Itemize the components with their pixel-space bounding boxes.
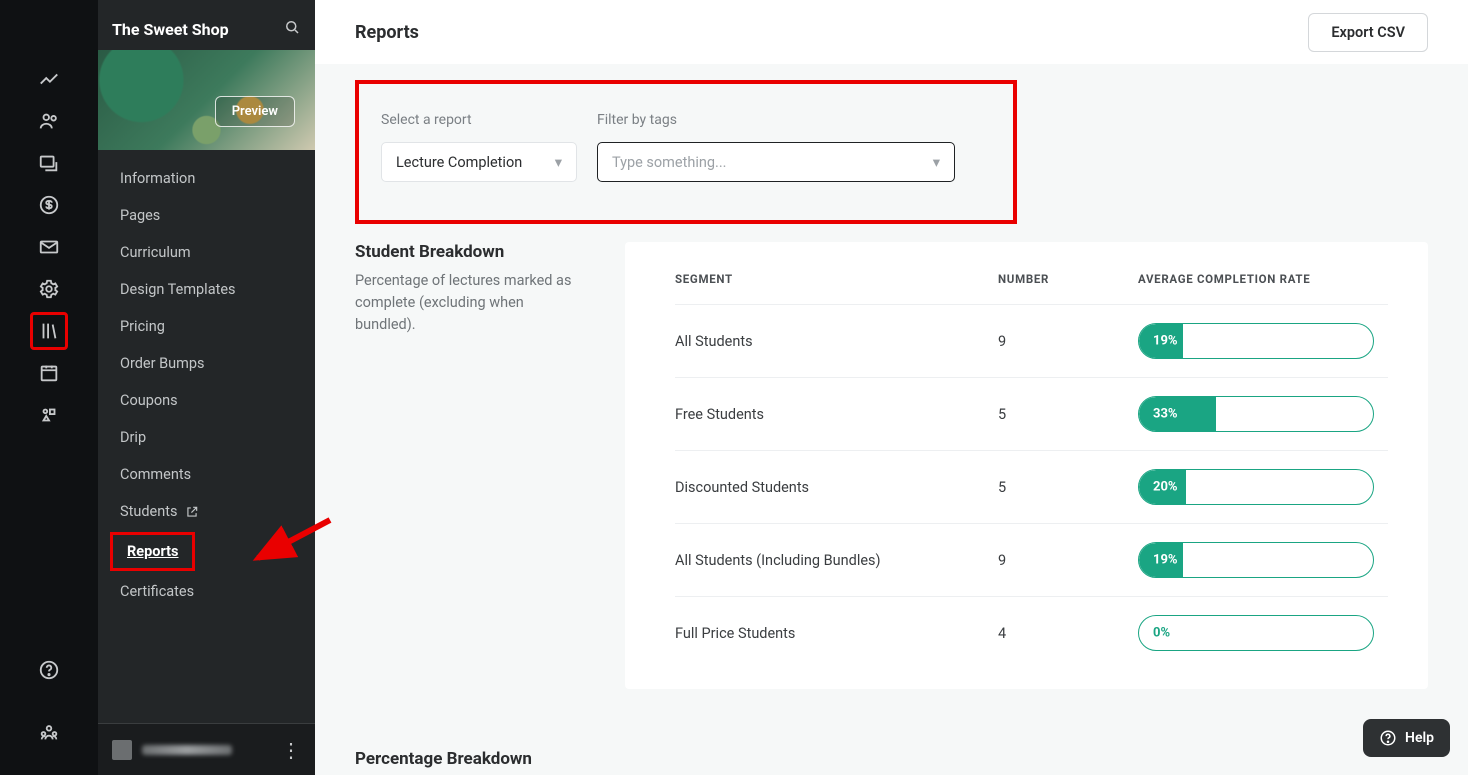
completion-bar: 0%: [1138, 615, 1374, 651]
breakdown-title: Student Breakdown: [355, 242, 585, 262]
report-select-label: Select a report: [381, 112, 577, 128]
sidebar-item-label: Drip: [120, 429, 146, 446]
col-segment: SEGMENT: [675, 272, 998, 286]
table-row: All Students9 19%: [675, 304, 1388, 377]
sidebar-item-label: Order Bumps: [120, 355, 205, 372]
completion-bar-label: 33%: [1153, 407, 1178, 422]
calendar-icon[interactable]: [30, 354, 68, 392]
sidebar-item-design-templates[interactable]: Design Templates: [98, 271, 315, 308]
topbar: Reports Export CSV: [315, 0, 1468, 64]
sidebar-item-label: Curriculum: [120, 244, 191, 261]
sidebar-item-label: Pricing: [120, 318, 165, 335]
number-cell: 5: [998, 479, 1138, 496]
completion-bar-label: 0%: [1153, 626, 1170, 641]
sidebar-item-coupons[interactable]: Coupons: [98, 382, 315, 419]
breakdown-card: SEGMENT NUMBER AVERAGE COMPLETION RATE A…: [625, 242, 1428, 689]
table-row: Free Students5 33%: [675, 377, 1388, 450]
sidebar-item-label: Coupons: [120, 392, 178, 409]
export-csv-button[interactable]: Export CSV: [1308, 13, 1428, 52]
table-row: Discounted Students5 20%: [675, 450, 1388, 523]
search-icon[interactable]: [283, 18, 301, 40]
report-select-value: Lecture Completion: [396, 154, 522, 171]
completion-bar: 19%: [1138, 542, 1374, 578]
breakdown-desc: Percentage of lectures marked as complet…: [355, 270, 585, 335]
apps-icon[interactable]: [30, 396, 68, 434]
number-cell: 4: [998, 625, 1138, 642]
segment-cell: All Students: [675, 333, 998, 350]
completion-bar: 19%: [1138, 323, 1374, 359]
completion-bar: 20%: [1138, 469, 1374, 505]
segment-cell: Free Students: [675, 406, 998, 423]
nav-rail: [0, 0, 98, 775]
table-row: Full Price Students4 0%: [675, 596, 1388, 669]
course-hero: Preview: [98, 50, 315, 150]
course-sidebar: The Sweet Shop Preview Information Pages C…: [98, 0, 315, 775]
sidebar-item-label: Students: [120, 503, 177, 520]
settings-icon[interactable]: [30, 270, 68, 308]
sales-icon[interactable]: [30, 186, 68, 224]
segment-cell: Full Price Students: [675, 625, 998, 642]
sidebar-item-label: Information: [120, 170, 195, 187]
tags-filter-input[interactable]: Type something... ▾: [597, 142, 955, 182]
sidebar-item-order-bumps[interactable]: Order Bumps: [98, 345, 315, 382]
completion-bar-label: 20%: [1153, 480, 1178, 495]
support-icon[interactable]: [30, 651, 68, 689]
sidebar-item-label: Pages: [120, 207, 160, 224]
col-rate: AVERAGE COMPLETION RATE: [1138, 272, 1388, 286]
completion-bar-label: 19%: [1153, 553, 1178, 568]
sidebar-item-drip[interactable]: Drip: [98, 419, 315, 456]
sidebar-item-students[interactable]: Students: [98, 493, 315, 530]
main: Reports Export CSV Select a report Lectu…: [315, 0, 1468, 775]
tags-filter-placeholder: Type something...: [612, 154, 726, 171]
report-select[interactable]: Lecture Completion ▾: [381, 142, 577, 182]
courses-icon[interactable]: [30, 312, 68, 350]
segment-cell: Discounted Students: [675, 479, 998, 496]
number-cell: 9: [998, 333, 1138, 350]
site-icon[interactable]: [30, 144, 68, 182]
percentage-breakdown-title: Percentage Breakdown: [355, 749, 1428, 769]
sidebar-item-reports[interactable]: Reports: [98, 530, 315, 573]
number-cell: 9: [998, 552, 1138, 569]
help-label: Help: [1405, 730, 1434, 746]
analytics-icon[interactable]: [30, 60, 68, 98]
course-menu: Information Pages Curriculum Design Templat…: [98, 150, 315, 723]
more-menu-icon[interactable]: ⋮: [281, 738, 301, 762]
preview-button[interactable]: Preview: [215, 96, 295, 127]
avatar: [112, 740, 132, 760]
completion-bar: 33%: [1138, 396, 1374, 432]
chevron-down-icon: ▾: [555, 154, 562, 171]
number-cell: 5: [998, 406, 1138, 423]
sidebar-item-information[interactable]: Information: [98, 160, 315, 197]
sidebar-item-comments[interactable]: Comments: [98, 456, 315, 493]
sidebar-footer: ⋮: [98, 723, 315, 775]
page-title: Reports: [355, 22, 419, 43]
sidebar-item-pricing[interactable]: Pricing: [98, 308, 315, 345]
help-button[interactable]: Help: [1363, 719, 1450, 757]
community-icon[interactable]: [30, 713, 68, 751]
sidebar-item-curriculum[interactable]: Curriculum: [98, 234, 315, 271]
sidebar-item-label: Comments: [120, 466, 191, 483]
external-link-icon: [185, 505, 199, 519]
emails-icon[interactable]: [30, 228, 68, 266]
users-icon[interactable]: [30, 102, 68, 140]
sidebar-item-certificates[interactable]: Certificates: [98, 573, 315, 610]
completion-bar-label: 19%: [1153, 334, 1178, 349]
course-title: The Sweet Shop: [112, 20, 229, 39]
segment-cell: All Students (Including Bundles): [675, 552, 998, 569]
sidebar-item-label: Certificates: [120, 583, 194, 600]
col-number: NUMBER: [998, 272, 1138, 286]
table-row: All Students (Including Bundles)9 19%: [675, 523, 1388, 596]
sidebar-item-label: Reports: [127, 543, 178, 560]
chevron-down-icon: ▾: [933, 154, 940, 171]
filter-panel: Select a report Lecture Completion ▾ Fil…: [355, 80, 1017, 224]
username: [142, 745, 232, 755]
sidebar-item-pages[interactable]: Pages: [98, 197, 315, 234]
sidebar-item-label: Design Templates: [120, 281, 236, 298]
tags-filter-label: Filter by tags: [597, 112, 955, 128]
